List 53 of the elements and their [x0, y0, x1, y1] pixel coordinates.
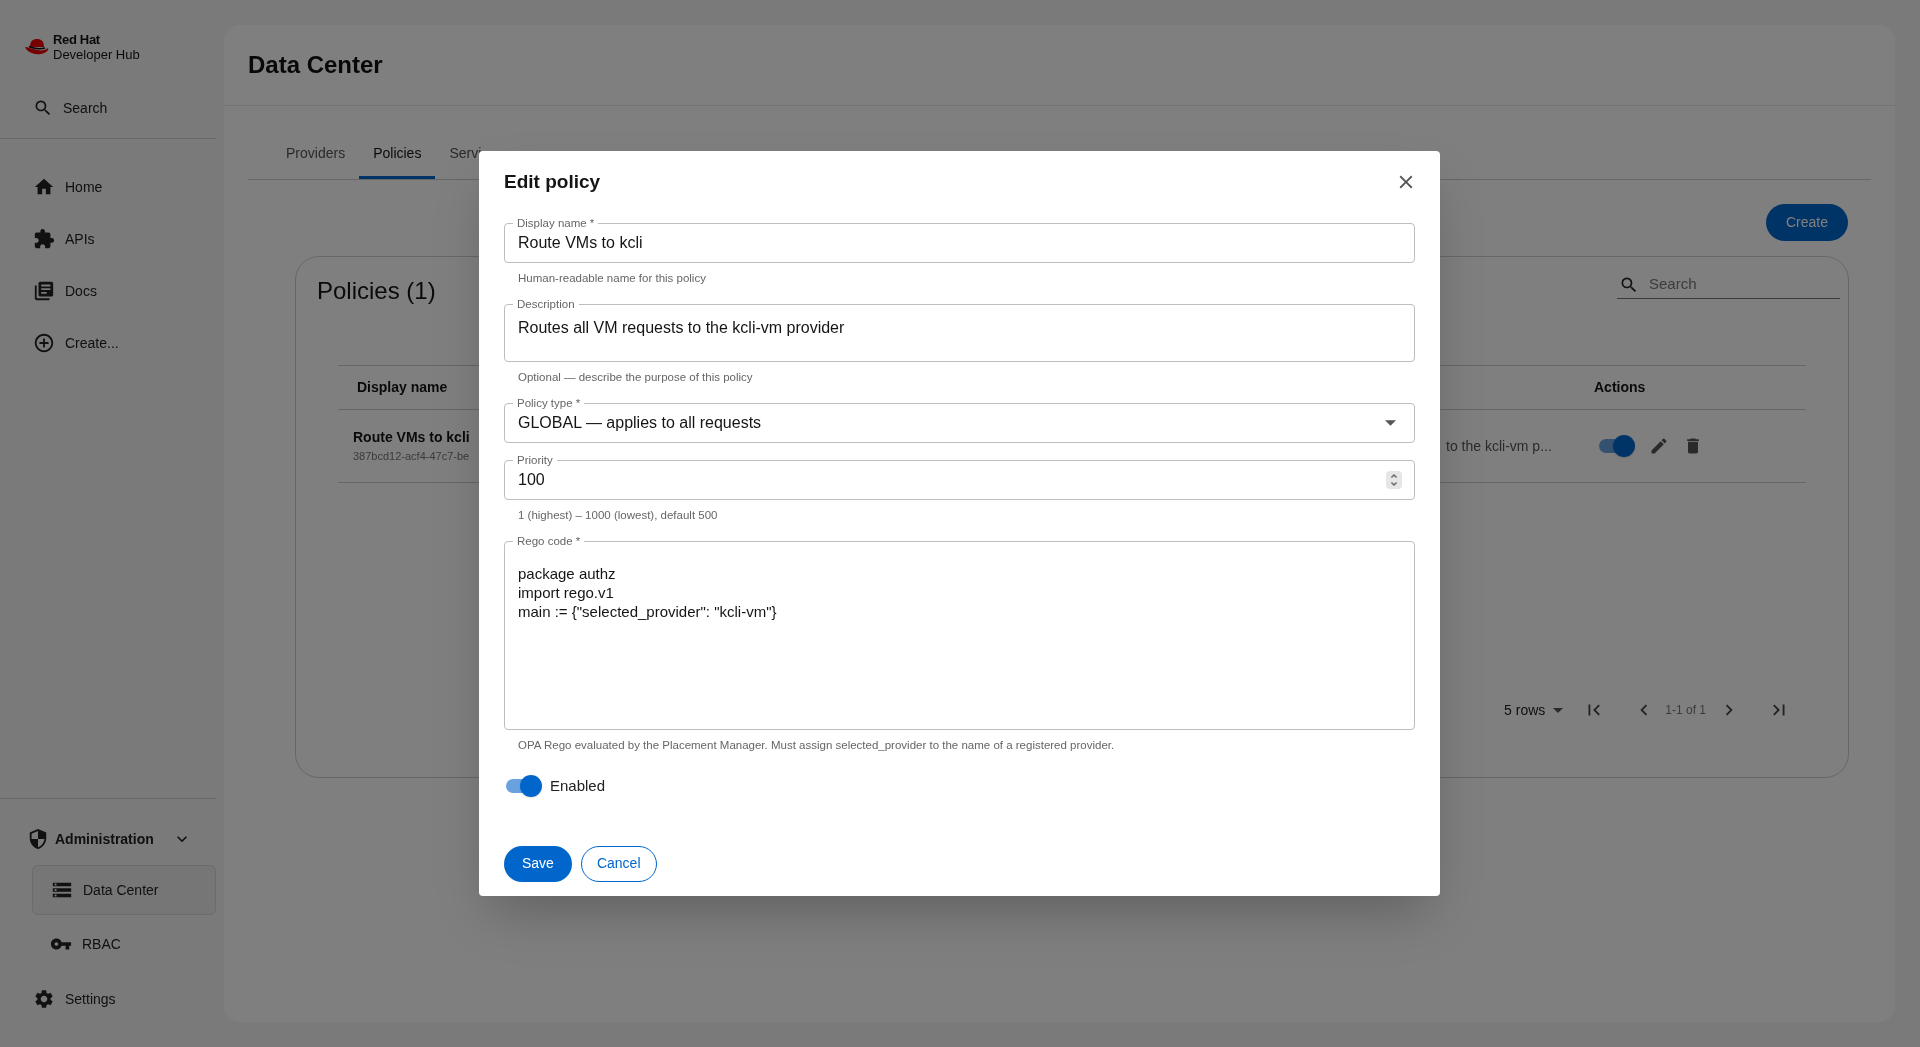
- rows-per-page-select[interactable]: 5 rows: [1504, 699, 1564, 721]
- helper-text: 1 (highest) – 1000 (lowest), default 500: [518, 508, 718, 522]
- sidebar-group[interactable]: Administration: [0, 813, 222, 865]
- edit-icon[interactable]: [1649, 436, 1669, 456]
- books-icon: [33, 280, 55, 302]
- helper-text: Optional — describe the purpose of this policy: [518, 370, 753, 384]
- tab[interactable]: Providers: [272, 130, 360, 179]
- sidebar-item[interactable]: Settings: [0, 973, 222, 1025]
- table-cell-text: to the kcli-vm p...: [1446, 436, 1552, 456]
- sidebar-item[interactable]: Create...: [0, 317, 222, 369]
- row-id: 387bcd12-acf4-47c7-be: [353, 449, 470, 465]
- settings-icon: [33, 988, 55, 1010]
- sidebar-item[interactable]: Data Center: [32, 865, 216, 915]
- page-title: Data Center: [248, 50, 383, 80]
- column-header: Actions: [1594, 378, 1646, 397]
- field-label: Rego code *: [513, 534, 585, 548]
- search-input[interactable]: Search: [1649, 273, 1819, 296]
- helper-text: OPA Rego evaluated by the Placement Manager. Must assign selected_provider to the name of a registered provider.: [518, 738, 1115, 752]
- field-label: Description: [513, 297, 579, 311]
- caret-icon: [1385, 420, 1396, 426]
- text-field[interactable]: Route VMs to kcli: [518, 231, 1401, 255]
- shield-icon: [27, 828, 49, 850]
- caret-icon: [1553, 707, 1564, 713]
- helper-text: Human-readable name for this policy: [518, 271, 706, 285]
- toggle-switch[interactable]: [1597, 435, 1635, 457]
- text-area[interactable]: Routes all VM requests to the kcli-vm provider: [518, 318, 1401, 338]
- sidebar-item[interactable]: Docs: [0, 265, 222, 317]
- code-editor[interactable]: package authz import rego.v1 main := {"selected_provider": "kcli-vm"}: [518, 564, 1401, 714]
- number-field[interactable]: 100: [518, 468, 1386, 492]
- field-label: Display name *: [513, 216, 599, 230]
- tab[interactable]: Policies: [359, 130, 436, 179]
- save-button[interactable]: Save: [504, 845, 572, 882]
- sidebar-search[interactable]: Search: [33, 90, 222, 126]
- logo-subtitle: Developer Hub: [53, 47, 140, 62]
- field-label: Priority: [513, 453, 557, 467]
- sidebar-item[interactable]: APIs: [0, 213, 222, 265]
- dialog-title: Edit policy: [504, 169, 601, 194]
- toggle-switch[interactable]: [504, 775, 542, 798]
- cancel-button[interactable]: Cancel: [580, 845, 657, 882]
- create-button[interactable]: Create: [1765, 204, 1848, 241]
- page-range: 1-1 of 1: [1665, 702, 1706, 719]
- sidebar-item[interactable]: RBAC: [32, 919, 216, 969]
- switch-label: Enabled: [550, 776, 606, 796]
- card-title: Policies (1): [317, 276, 436, 306]
- search-icon: [33, 98, 53, 118]
- row-title: Route VMs to kcli: [353, 428, 470, 448]
- logo-title: Red Hat: [53, 32, 101, 47]
- puzzle-icon: [33, 228, 55, 250]
- field-label: Policy type *: [513, 396, 585, 410]
- column-header: Display name: [356, 378, 448, 397]
- spinner-icon[interactable]: [1386, 471, 1402, 489]
- hat-logo-icon: [24, 38, 50, 56]
- sidebar-item[interactable]: Home: [0, 161, 222, 213]
